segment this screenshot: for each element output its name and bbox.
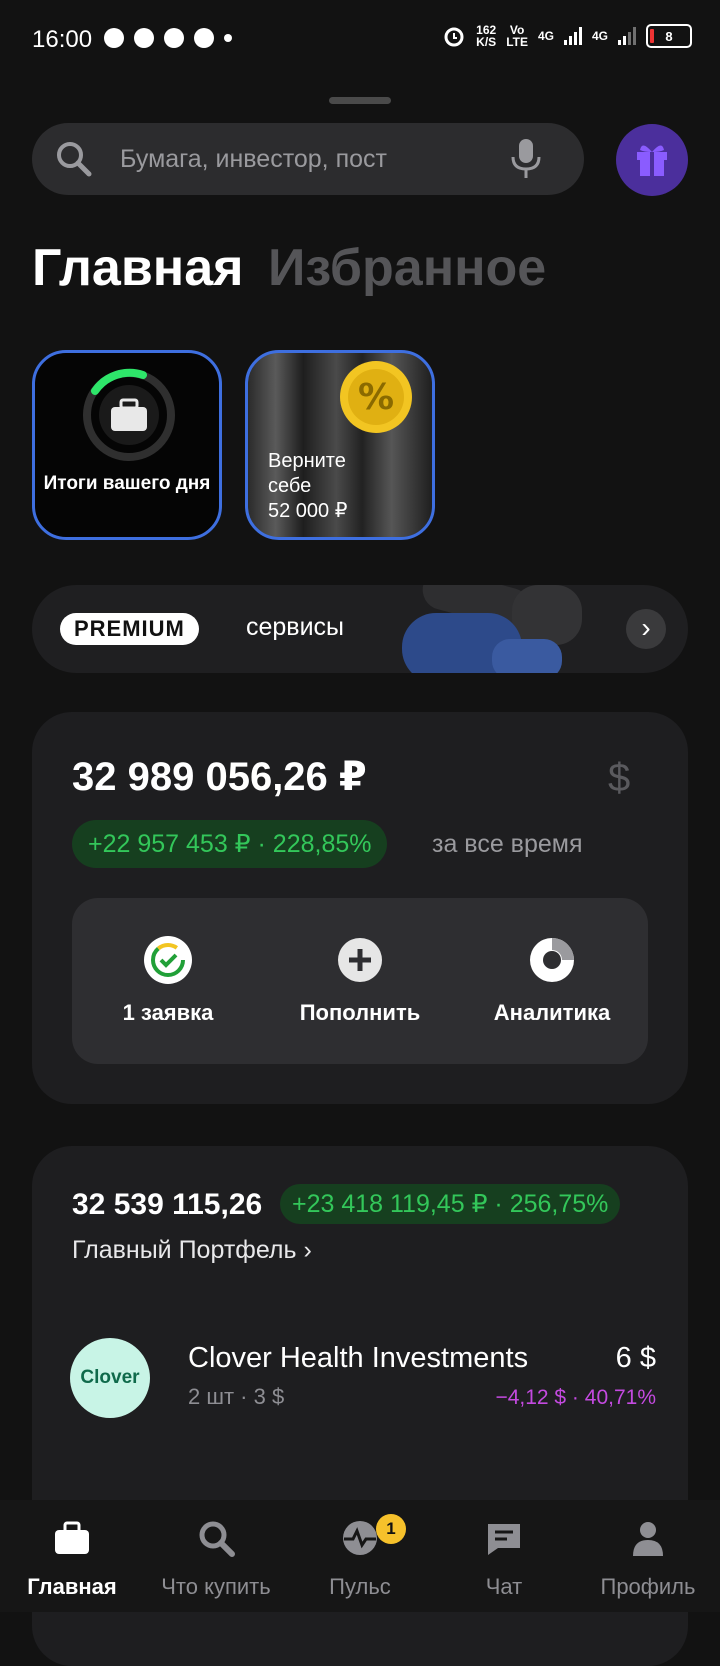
orders-button[interactable]: 1 заявка bbox=[72, 898, 264, 1064]
gift-button[interactable] bbox=[616, 124, 688, 196]
nav-label: Главная bbox=[27, 1574, 117, 1599]
sim1-label: 4G bbox=[537, 29, 554, 43]
story-line: 52 000 ₽ bbox=[268, 500, 348, 522]
premium-services-banner[interactable]: PREMIUM сервисы › bbox=[32, 585, 688, 673]
battery-icon: 8 bbox=[646, 24, 692, 48]
nav-item-pulse[interactable]: 1 Пульс bbox=[288, 1500, 432, 1612]
nav-label: Профиль bbox=[600, 1574, 696, 1599]
nav-item-chat[interactable]: Чат bbox=[432, 1500, 576, 1612]
profile-icon bbox=[633, 1522, 663, 1556]
order-check-icon bbox=[144, 936, 192, 984]
search-icon bbox=[57, 142, 92, 177]
briefcase-icon bbox=[55, 1521, 89, 1554]
svg-text:%: % bbox=[358, 377, 394, 418]
sheet-handle[interactable] bbox=[329, 97, 391, 104]
top-up-label: Пополнить bbox=[299, 1000, 421, 1025]
security-name: Clover Health Investments bbox=[188, 1342, 529, 1374]
premium-badge: PREMIUM bbox=[60, 613, 199, 645]
analytics-label: Аналитика bbox=[493, 1000, 611, 1025]
net-speed-unit: K/S bbox=[476, 35, 497, 49]
tab-favorites[interactable]: Избранное bbox=[268, 238, 546, 298]
story-day-summary[interactable]: Итоги вашего дня bbox=[32, 350, 222, 540]
notification-icons bbox=[104, 28, 232, 48]
tab-main[interactable]: Главная bbox=[32, 238, 243, 298]
volte: Vo LTE bbox=[506, 24, 528, 48]
percent-coin-icon: % bbox=[340, 361, 412, 433]
analytics-donut-icon bbox=[530, 938, 574, 982]
story-line: Верните bbox=[268, 450, 346, 472]
net-speed: 162 K/S bbox=[476, 24, 496, 48]
bottom-nav: Главная Что купить 1 Пульс Чат Профиль bbox=[0, 1500, 720, 1612]
story-label: Верните себе 52 000 ₽ bbox=[268, 449, 347, 524]
analytics-button[interactable]: Аналитика bbox=[456, 898, 648, 1064]
shield-icon bbox=[104, 28, 124, 48]
alarm-icon bbox=[444, 27, 464, 47]
nav-item-what-to-buy[interactable]: Что купить bbox=[144, 1500, 288, 1612]
telegram-icon bbox=[134, 28, 154, 48]
signal-icon-2 bbox=[618, 27, 636, 45]
chat-icon bbox=[488, 1524, 520, 1555]
security-row[interactable]: Clover Clover Health Investments 2 шт · … bbox=[32, 1146, 688, 1446]
signal-icon bbox=[563, 27, 582, 45]
search-placeholder: Бумага, инвестор, пост bbox=[120, 145, 387, 173]
status-time: 16:00 bbox=[32, 26, 93, 53]
security-quantity: 2 шт · 3 $ bbox=[188, 1384, 285, 1409]
nav-label: Пульс bbox=[329, 1574, 391, 1599]
search-icon bbox=[199, 1521, 235, 1557]
currency-switch-button[interactable]: $ bbox=[608, 756, 630, 801]
top-up-button[interactable]: Пополнить bbox=[264, 898, 456, 1064]
gain-period-label[interactable]: за все время bbox=[432, 830, 582, 859]
premium-decor-image bbox=[402, 585, 582, 673]
portfolio-gain-badge: +22 957 453 ₽ · 228,85% bbox=[72, 820, 388, 868]
volte-bottom: LTE bbox=[506, 35, 528, 49]
pulse-badge: 1 bbox=[376, 1514, 406, 1544]
search-bar[interactable]: Бумага, инвестор, пост bbox=[32, 123, 584, 195]
more-dot-icon bbox=[224, 34, 232, 42]
orders-label: 1 заявка bbox=[122, 1000, 214, 1025]
chevron-right-icon[interactable]: › bbox=[626, 609, 666, 649]
story-cashback[interactable]: % Верните себе 52 000 ₽ bbox=[245, 350, 435, 540]
nav-item-main[interactable]: Главная bbox=[0, 1500, 144, 1612]
premium-text: сервисы bbox=[246, 613, 345, 641]
quick-actions: 1 заявка Пополнить Аналитика bbox=[72, 898, 648, 1064]
microphone-icon[interactable] bbox=[506, 137, 546, 181]
sim2-label: 4G bbox=[591, 29, 608, 43]
nav-label: Что купить bbox=[161, 1574, 271, 1599]
plus-icon bbox=[338, 938, 382, 982]
nav-label: Чат bbox=[485, 1574, 523, 1599]
battery-level: 8 bbox=[665, 28, 673, 44]
portfolio-summary-card: 32 989 056,26 ₽ $ +22 957 453 ₽ · 228,85… bbox=[32, 712, 688, 1104]
portfolio-total: 32 989 056,26 ₽ bbox=[72, 755, 367, 799]
briefcase-progress-icon bbox=[83, 368, 175, 461]
gift-icon bbox=[637, 145, 667, 176]
messenger-icon bbox=[194, 28, 214, 48]
security-value: 6 $ bbox=[615, 1342, 656, 1374]
message-icon bbox=[164, 28, 184, 48]
status-right: 162 K/S Vo LTE 4G 4G 8 bbox=[442, 24, 692, 48]
security-change: −4,12 $ · 40,71% bbox=[495, 1386, 656, 1409]
story-line: себе bbox=[268, 475, 312, 497]
nav-item-profile[interactable]: Профиль bbox=[576, 1500, 720, 1612]
security-logo: Clover bbox=[70, 1338, 150, 1418]
status-bar: 16:00 162 K/S Vo LTE 4G 4G 8 bbox=[0, 0, 720, 80]
pulse-icon bbox=[343, 1521, 377, 1555]
story-label: Итоги вашего дня bbox=[43, 473, 211, 494]
